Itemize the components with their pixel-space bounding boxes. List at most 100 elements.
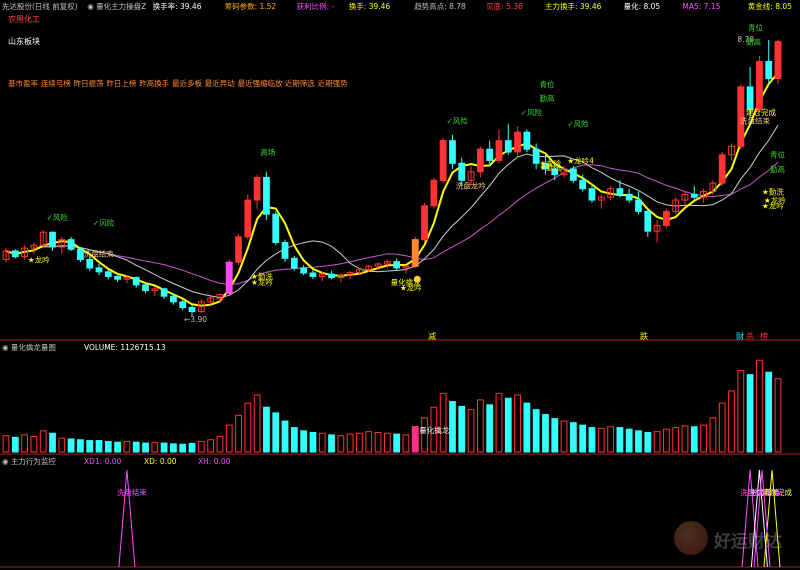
candle <box>114 275 121 280</box>
candle <box>430 179 438 207</box>
volume-bar <box>216 436 224 453</box>
candle <box>616 188 624 195</box>
candle <box>309 272 317 277</box>
volume-bar <box>365 431 373 453</box>
header-field: 换手率: 39.46 <box>153 1 202 11</box>
candle <box>253 176 261 201</box>
volume-bar <box>244 402 252 453</box>
indicator-value: XD1: 0.00 <box>84 457 122 466</box>
volume-bar <box>151 442 159 453</box>
chart-annotation: ★龙吟 <box>400 283 422 293</box>
volume-readout: VOLUME: 1126715.13 <box>84 343 166 352</box>
stock-tag: 基市盈率 <box>8 78 38 88</box>
volume-bar <box>486 404 494 453</box>
stock-chart[interactable]: 先达股份(日线 前复权) ◉ 量化主力操盘Z 换手率: 39.46 筹码参数: 1.5… <box>0 0 800 570</box>
header-field: 见底: 5.36 <box>486 1 523 11</box>
highlight-candle <box>774 41 782 79</box>
volume-mark-label: 量化擒龙 <box>419 425 449 435</box>
volume-bar <box>421 417 428 453</box>
volume-bar <box>77 439 84 453</box>
volume-bar <box>188 442 196 453</box>
chart-annotation: 洗盘龙吟 <box>456 181 486 191</box>
volume-bar <box>170 443 177 453</box>
candle <box>486 148 494 161</box>
candle <box>244 199 252 238</box>
stock-tag: 近期筛选 <box>285 78 315 88</box>
indicator-value: XD: 0.00 <box>144 457 177 466</box>
candle <box>86 258 94 269</box>
chart-annotation: 勤高 <box>746 37 761 47</box>
candle <box>644 210 652 232</box>
sector-label: 农用化工 <box>8 14 40 24</box>
candle <box>532 148 540 164</box>
divider-tag: 杀 <box>746 331 754 341</box>
volume-bar <box>309 431 317 453</box>
price-panel[interactable]: ←3.908.78✓风险✓风险★龙吟洗盘结束高场★龙吟★勤洗量化擒龙★龙吟✓风险… <box>0 22 800 568</box>
volume-bar <box>402 434 410 453</box>
chart-annotation: ✓风险 <box>93 218 115 228</box>
volume-bar <box>318 432 326 453</box>
candle <box>49 231 56 248</box>
volume-bar <box>681 425 689 453</box>
candle <box>263 176 270 215</box>
chart-annotation: ★龙吟 <box>28 254 50 264</box>
volume-bar <box>383 432 391 453</box>
header-field: 筹码参数: 1.52 <box>225 1 277 11</box>
candle <box>569 168 577 181</box>
header-field: 获利比例: - <box>297 1 335 11</box>
candle <box>458 162 466 181</box>
chart-annotation: ★勤洗 <box>539 162 561 172</box>
candle <box>421 205 428 241</box>
candle <box>514 131 521 153</box>
volume-bar <box>300 430 308 453</box>
candle <box>104 271 112 277</box>
volume-panel[interactable]: ◉ 量化擒龙量图 VOLUME: 1126715.13 量化擒龙 <box>2 342 782 453</box>
candle <box>170 295 177 303</box>
volume-bar <box>597 427 605 453</box>
chart-header: 先达股份(日线 前复权) ◉ 量化主力操盘Z 换手率: 39.46 筹码参数: 1.5… <box>2 1 792 88</box>
volume-bar <box>542 414 549 453</box>
candle <box>160 288 168 297</box>
volume-bar <box>160 442 168 453</box>
candle <box>179 301 187 309</box>
volume-bar <box>86 440 94 453</box>
header-field: 换手: 39.46 <box>349 1 391 11</box>
chart-annotation: ✓风险 <box>446 116 468 126</box>
volume-bar <box>672 427 680 453</box>
volume-bar <box>49 432 56 453</box>
header-field: ◉ 量化主力操盘Z <box>87 1 146 11</box>
volume-bar <box>39 430 47 453</box>
chart-annotation: ✓风险 <box>47 212 69 222</box>
indicator-panel[interactable]: ◉ 主力行为监控 XD1: 0.00 XD: 0.00 XH: 0.00 洗盘结束 洗盘结… <box>2 456 792 568</box>
volume-bar <box>746 374 754 453</box>
candle <box>393 261 401 269</box>
candle <box>188 307 196 312</box>
chart-annotation: ★勤洗 <box>251 271 273 281</box>
candle <box>663 210 670 227</box>
candle <box>290 257 298 269</box>
ma-mid-line <box>5 124 779 299</box>
indicator-value: XH: 0.00 <box>198 457 231 466</box>
volume-bar <box>253 394 261 453</box>
candle <box>142 284 149 292</box>
pulse-label: 洗盘结束 <box>117 487 147 497</box>
chart-annotation: ★龙吟4 <box>567 155 594 165</box>
volume-bar <box>393 433 401 453</box>
volume-bar <box>346 433 354 453</box>
chart-annotation: 青位 <box>539 79 554 89</box>
volume-bar <box>737 370 745 453</box>
low-price-label: ←3.90 <box>184 315 207 324</box>
volume-bar <box>467 409 475 453</box>
candle <box>132 277 140 286</box>
candle <box>272 213 280 243</box>
volume-bar <box>439 392 447 453</box>
volume-bar <box>58 437 66 453</box>
candle <box>95 267 103 273</box>
stock-tag: 近期强势 <box>318 78 348 88</box>
volume-bar <box>114 441 121 453</box>
volume-bar <box>225 424 233 453</box>
volume-bar <box>514 394 521 453</box>
candle <box>690 193 698 198</box>
chart-annotation: ✓风险 <box>567 119 589 129</box>
candle <box>746 86 754 111</box>
